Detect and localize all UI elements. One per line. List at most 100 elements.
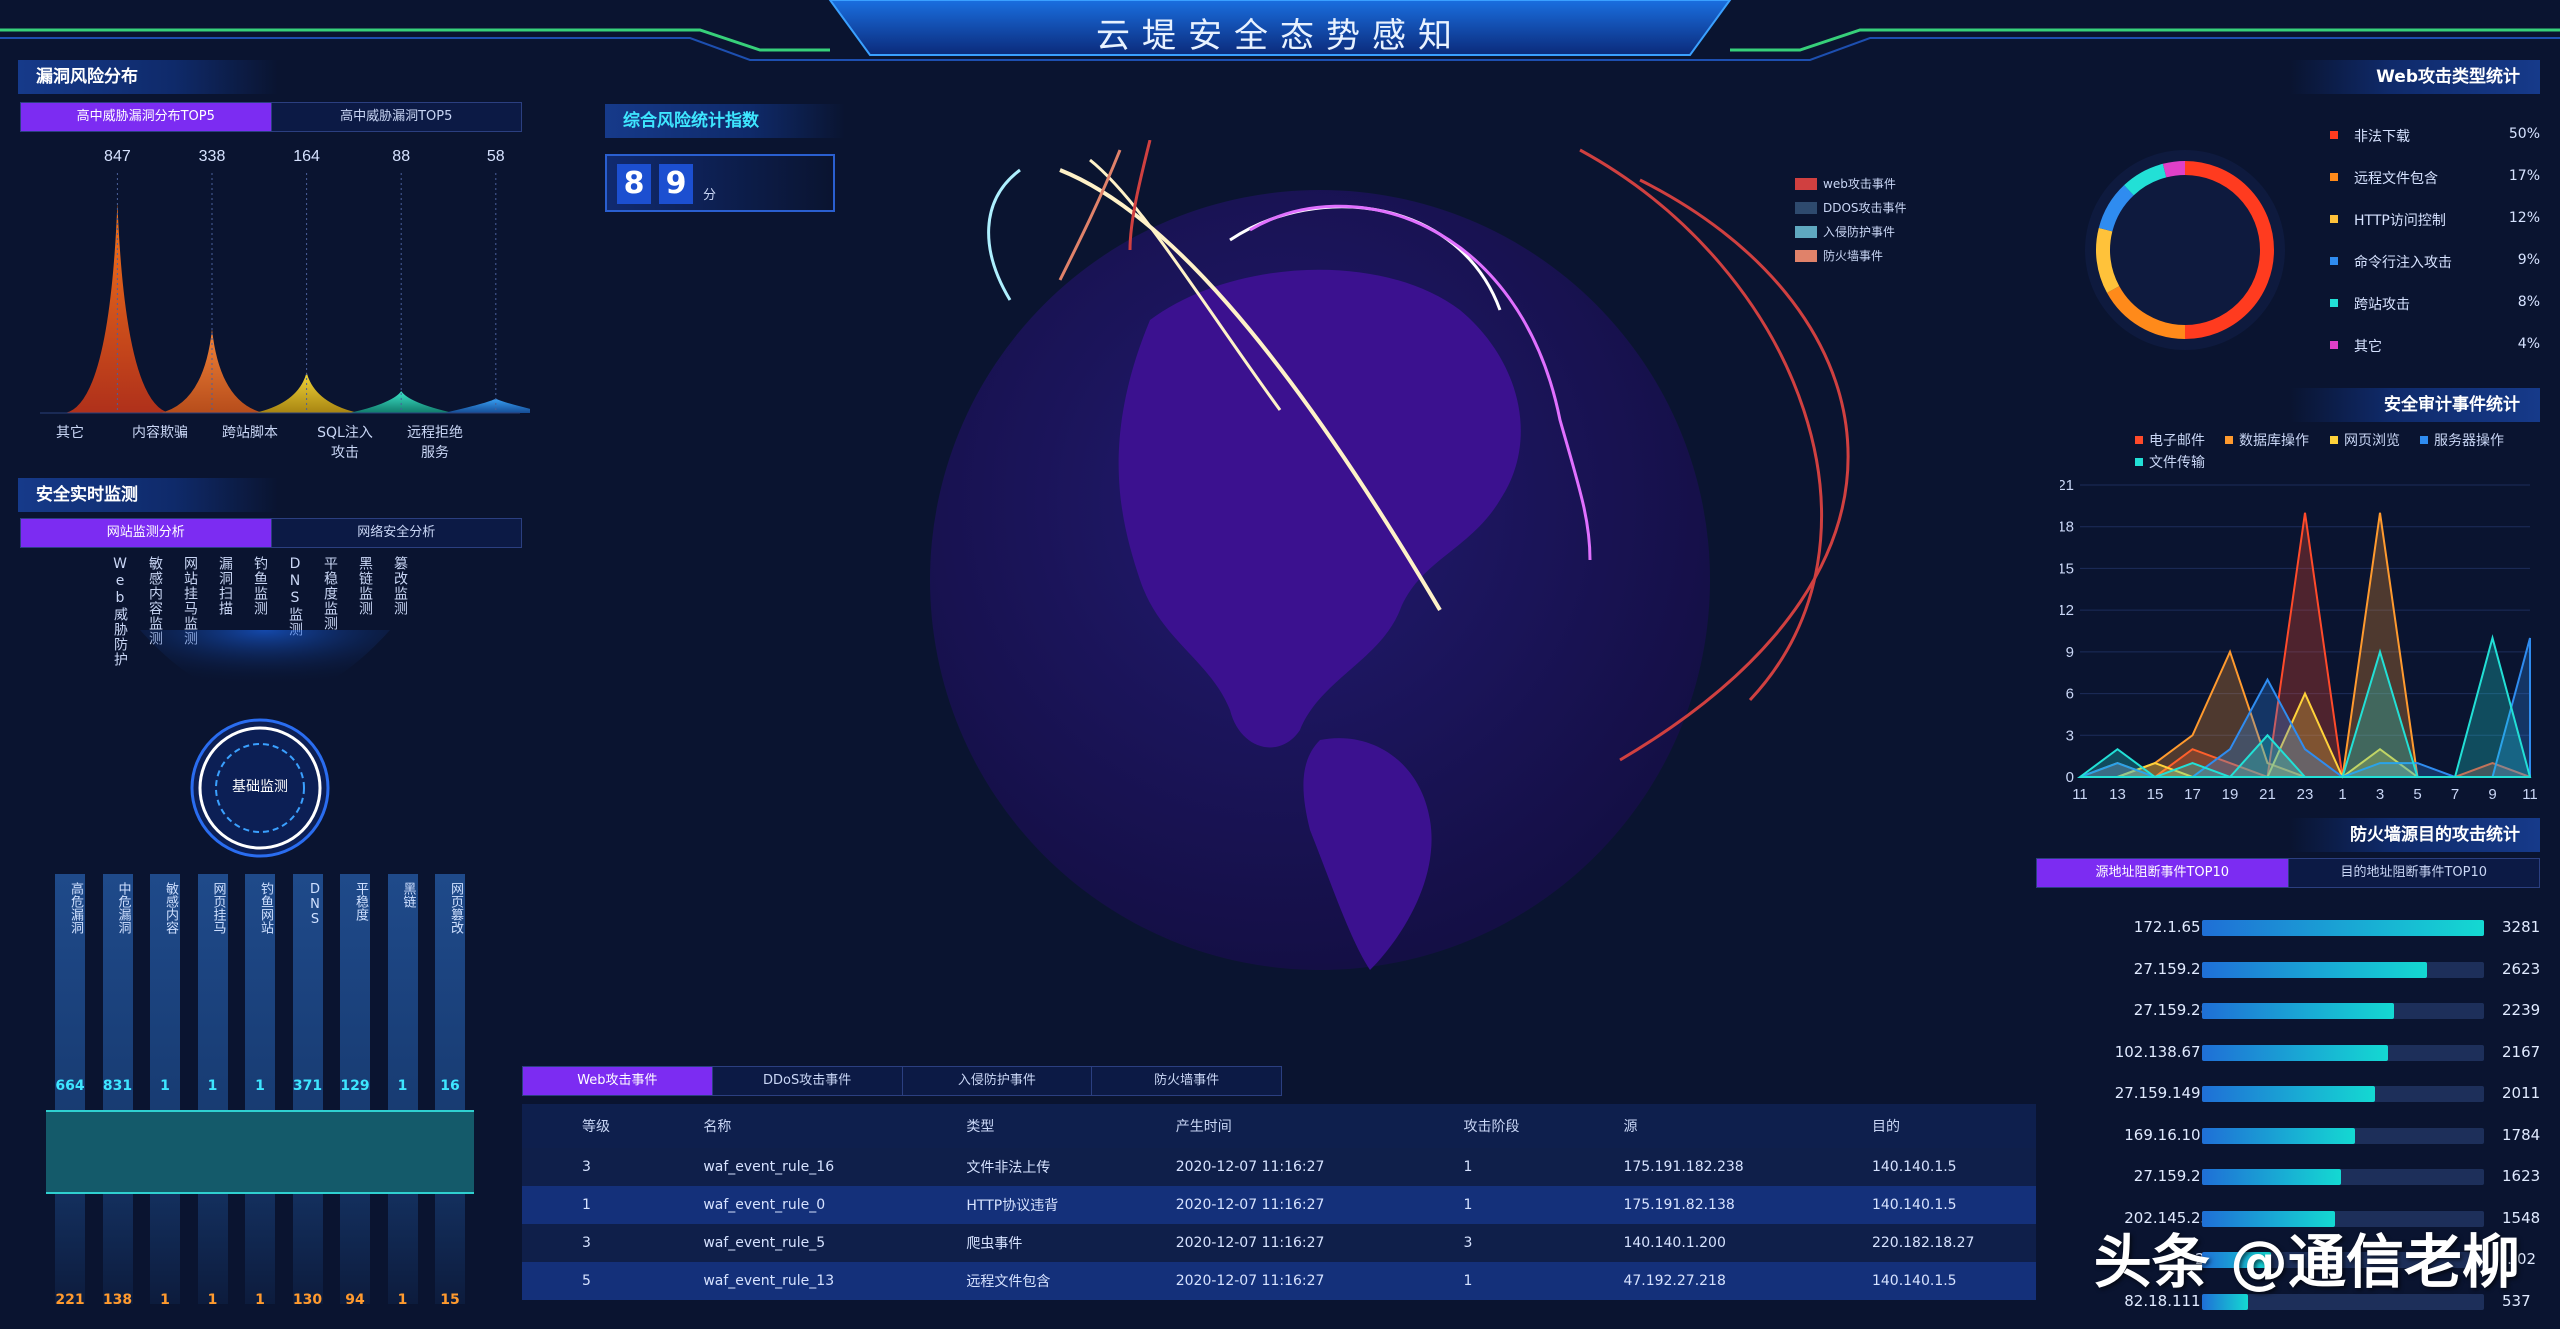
firewall-bar-fill [2202, 1086, 2375, 1102]
firewall-bar-fill [2202, 961, 2428, 978]
audit-ytick-label: 18 [2060, 519, 2074, 536]
tab-ddos[interactable]: DDoS攻击事件 [712, 1067, 903, 1095]
audit-legend-swatch [2135, 458, 2143, 466]
table-cell: 5 [522, 1262, 644, 1300]
audit-ytick-label: 9 [2066, 644, 2074, 661]
page-title: 云堤安全态势感知 [1096, 16, 1464, 56]
events-header-cell: 类型 [906, 1104, 1116, 1148]
audit-legend-swatch [2225, 436, 2233, 444]
table-row[interactable]: 3 waf_event_rule_5 爬虫事件 2020-12-07 11:16:27… [522, 1224, 2036, 1262]
vuln-label-other: 其它 [56, 425, 84, 441]
monitor-column-top-value: 664 [55, 1078, 85, 1094]
audit-legend-label: 服务器操作 [2434, 433, 2504, 449]
table-row[interactable]: 1 waf_event_rule_0 HTTP协议违背 2020-12-07 11:1… [522, 1186, 2036, 1224]
monitor-panel-title: 安全实时监测 [18, 478, 278, 512]
tab-intrusion[interactable]: 入侵防护事件 [902, 1067, 1093, 1095]
audit-ytick-label: 6 [2066, 686, 2074, 703]
table-row[interactable]: 5 waf_event_rule_13 远程文件包含 2020-12-07 11:16… [522, 1262, 2036, 1300]
map-legend-item: web攻击事件 [1795, 175, 1896, 192]
map-legend-swatch [1795, 201, 1817, 214]
tab-firewall[interactable]: 防火墙事件 [1092, 1067, 1281, 1095]
fan-item-phishing: 钓鱼监测 [252, 556, 268, 616]
monitor-divider-band [46, 1110, 474, 1194]
table-row[interactable]: 3 waf_event_rule_16 文件非法上传 2020-12-07 11:16… [522, 1148, 2036, 1186]
tab-network-security[interactable]: 网络安全分析 [271, 519, 521, 547]
firewall-bar-fill [2202, 1044, 2389, 1061]
firewall-tabs: 源地址阻断事件TOP10 目的地址阻断事件TOP10 [2036, 858, 2540, 888]
fan-item-blacklink: 黑链监测 [357, 556, 373, 616]
audit-xtick-label: 5 [2413, 786, 2421, 803]
audit-ytick-label: 0 [2066, 769, 2074, 786]
firewall-bar-fill [2202, 920, 2484, 936]
audit-series [2076, 512, 2532, 779]
table-cell: 1 [1403, 1262, 1564, 1300]
map-legend-item: 防火墙事件 [1795, 247, 1883, 264]
risk-panel-title: 综合风险统计指数 [605, 104, 845, 138]
table-cell: 140.140.1.5 [1811, 1148, 2036, 1186]
web-attack-legend-pct: 4% [2517, 336, 2540, 352]
vuln-peak [443, 398, 530, 413]
map-legend-swatch [1795, 177, 1817, 190]
fan-item-web: Web威胁防护 [112, 556, 128, 667]
vuln-value-label: 847 [104, 148, 131, 165]
web-attack-legend-name: 其它 [2354, 339, 2382, 355]
audit-xtick-label: 11 [2522, 786, 2538, 803]
events-header-cell: 产生时间 [1115, 1104, 1404, 1148]
monitor-column-bottom-value: 1 [397, 1292, 408, 1308]
firewall-bar-value: 3281 [2502, 918, 2541, 936]
firewall-bar-fill [2202, 1003, 2395, 1019]
audit-xtick-label: 23 [2297, 786, 2314, 803]
tab-source-block[interactable]: 源地址阻断事件TOP10 [2037, 859, 2289, 887]
monitor-column-bottom-value: 221 [55, 1292, 85, 1308]
table-cell: waf_event_rule_5 [643, 1224, 907, 1262]
monitor-column-bottom-value: 138 [102, 1292, 133, 1308]
audit-legend-label: 文件传输 [2149, 455, 2205, 471]
audit-xtick-label: 7 [2451, 786, 2459, 803]
tab-vuln-top5[interactable]: 高中威胁漏洞TOP5 [271, 103, 521, 131]
web-attack-legend-swatch [2330, 341, 2338, 349]
tab-web-attack[interactable]: Web攻击事件 [523, 1067, 713, 1095]
monitor-column-label: 平稳度 [353, 882, 368, 921]
audit-legend-row1: 电子邮件 数据库操作 网页浏览 服务器操作 [2135, 430, 2555, 450]
firewall-panel-title: 防火墙源目的攻击统计 [2290, 818, 2540, 852]
table-cell: 文件非法上传 [906, 1148, 1116, 1186]
audit-xtick-label: 21 [2259, 786, 2276, 803]
core-gauge [140, 630, 390, 858]
monitor-column-top-value: 371 [292, 1078, 323, 1094]
web-attack-legend-pct: 17% [2508, 168, 2540, 184]
vuln-label-row: 其它 内容欺骗 跨站脚本 SQL注入攻击 远程拒绝服务 [40, 422, 510, 472]
monitor-column-bottom-value: 1 [255, 1292, 265, 1308]
monitor-column-top-value: 16 [440, 1078, 460, 1094]
tab-website-monitor[interactable]: 网站监测分析 [21, 519, 272, 547]
firewall-bar-fill [2202, 1127, 2356, 1144]
table-cell: waf_event_rule_0 [643, 1186, 907, 1224]
audit-legend-swatch [2330, 436, 2338, 444]
firewall-bar-value: 2011 [2502, 1084, 2541, 1102]
table-cell: waf_event_rule_13 [643, 1262, 907, 1300]
header: 云堤安全态势感知 [0, 0, 2560, 80]
audit-xtick-label: 3 [2376, 786, 2384, 803]
fan-item-scan: 漏洞扫描 [217, 556, 233, 616]
audit-legend-item: 网页浏览 [2330, 430, 2400, 450]
monitor-tabs: 网站监测分析 网络安全分析 [20, 518, 522, 548]
monitor-column-label: 黑链 [400, 882, 416, 908]
web-attack-donut [2085, 150, 2285, 350]
map-legend-label: web攻击事件 [1823, 177, 1896, 191]
events-header-cell: 源 [1563, 1104, 1812, 1148]
monitor-column-top-value: 1 [207, 1078, 218, 1094]
table-cell: 47.192.27.218 [1563, 1262, 1812, 1300]
monitor-columns: 高危漏洞 664 221 中危漏洞 831 138 敏感内容 1 1 网页挂马 1 1 钓鱼网站 1 1 DN… [45, 874, 485, 1314]
vuln-panel-title: 漏洞风险分布 [18, 60, 278, 94]
web-attack-legend-name: 非法下载 [2354, 129, 2410, 145]
web-attack-legend: 非法下载 50% 远程文件包含 17% HTTP访问控制 12% 命令行注入攻击 9% 跨站攻击… [2330, 126, 2540, 366]
audit-xtick-label: 11 [2072, 786, 2088, 803]
table-cell: 1 [522, 1186, 644, 1224]
tab-vuln-distribution[interactable]: 高中威胁漏洞分布TOP5 [21, 103, 272, 131]
events-header-cell: 目的 [1811, 1104, 2036, 1148]
table-cell: 3 [1403, 1224, 1564, 1262]
attack-arc [987, 168, 1021, 301]
risk-unit: 分 [703, 188, 717, 203]
tab-dest-block[interactable]: 目的地址阻断事件TOP10 [2288, 859, 2539, 887]
audit-xtick-label: 17 [2184, 786, 2201, 803]
vuln-peaks [65, 203, 530, 413]
